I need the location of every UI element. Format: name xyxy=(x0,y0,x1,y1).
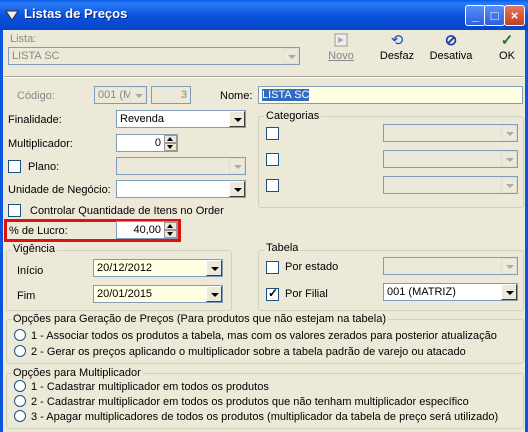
categoria-1-checkbox[interactable] xyxy=(266,127,279,140)
controlar-checkbox[interactable] xyxy=(8,204,21,217)
lucro-spinner[interactable]: 40,00 xyxy=(116,221,178,239)
geracao-opt1-label: 1 - Associar todos os produtos a tabela,… xyxy=(31,330,497,342)
codigo-label: Código: xyxy=(17,90,55,102)
ok-button[interactable]: ✓ OK xyxy=(492,32,522,63)
new-document-icon xyxy=(324,33,358,49)
chevron-down-icon[interactable] xyxy=(229,158,245,174)
toolbar-separator xyxy=(4,76,524,78)
novo-button[interactable]: Novo xyxy=(324,33,358,62)
tabela-title: Tabela xyxy=(264,242,301,254)
multiplicador-spinner[interactable]: 0 xyxy=(116,134,178,152)
desfaz-button[interactable]: ⟲ Desfaz xyxy=(377,32,417,63)
title-bar[interactable]: Listas de Preços _ □ × xyxy=(0,0,528,30)
estado-select[interactable] xyxy=(383,257,518,275)
inicio-date-picker[interactable]: 20/12/2012 xyxy=(93,259,223,277)
window-frame-left xyxy=(0,30,3,432)
undo-icon: ⟲ xyxy=(390,32,404,49)
plano-select[interactable] xyxy=(116,157,246,175)
mult-opt2-label: 2 - Cadastrar multiplicador em todos os … xyxy=(31,396,469,408)
finalidade-label: Finalidade: xyxy=(8,114,62,126)
plano-checkbox[interactable] xyxy=(8,160,21,173)
codigo-value: 001 (M xyxy=(98,89,133,101)
chevron-down-icon[interactable] xyxy=(501,177,517,193)
chevron-down-icon[interactable] xyxy=(206,286,222,302)
categorias-title: Categorias xyxy=(264,110,322,122)
chevron-down-icon[interactable] xyxy=(501,284,517,300)
unidade-select[interactable] xyxy=(116,180,246,198)
chevron-down-icon[interactable] xyxy=(501,125,517,141)
multiplicador-label: Multiplicador: xyxy=(8,138,73,150)
spinner-buttons[interactable] xyxy=(164,222,177,238)
desativa-button[interactable]: ⊘ Desativa xyxy=(428,32,474,63)
lista-value: LISTA SC xyxy=(12,50,60,62)
mult-opt2-radio[interactable] xyxy=(14,395,26,407)
mult-opt1-label: 1 - Cadastrar multiplicador em todos os … xyxy=(31,381,269,393)
spin-up-icon[interactable] xyxy=(164,135,177,143)
mult-opts-title: Opções para Multiplicador xyxy=(11,367,143,379)
vigencia-title: Vigência xyxy=(11,243,57,255)
por-filial-label: Por Filial xyxy=(285,288,328,300)
categoria-3-select[interactable] xyxy=(383,176,518,194)
controlar-label: Controlar Quantidade de Itens no Order xyxy=(30,205,224,217)
window-title: Listas de Preços xyxy=(24,6,128,21)
spin-up-icon[interactable] xyxy=(164,222,177,230)
chevron-down-icon[interactable] xyxy=(501,151,517,167)
categoria-2-select[interactable] xyxy=(383,150,518,168)
codigo-seq-field[interactable]: 3 xyxy=(151,86,191,104)
chevron-down-icon[interactable] xyxy=(229,111,245,127)
unidade-label: Unidade de Negócio: xyxy=(8,184,111,196)
fim-date-picker[interactable]: 20/01/2015 xyxy=(93,285,223,303)
chevron-down-icon[interactable] xyxy=(229,181,245,197)
nome-field[interactable]: LISTA SC xyxy=(258,86,523,104)
spin-down-icon[interactable] xyxy=(164,230,177,238)
geracao-opt1-radio[interactable] xyxy=(14,329,26,341)
mult-opt3-radio[interactable] xyxy=(14,410,26,422)
codigo-select[interactable]: 001 (M xyxy=(94,86,147,104)
finalidade-select[interactable]: Revenda xyxy=(116,110,246,128)
disable-icon: ⊘ xyxy=(444,32,458,49)
mult-opt1-radio[interactable] xyxy=(14,380,26,392)
spinner-buttons[interactable] xyxy=(164,135,177,151)
categoria-1-select[interactable] xyxy=(383,124,518,142)
minimize-button[interactable]: _ xyxy=(465,5,486,26)
chevron-down-icon[interactable] xyxy=(283,48,299,64)
categoria-2-checkbox[interactable] xyxy=(266,153,279,166)
inicio-label: Início xyxy=(17,265,44,277)
filial-select[interactable]: 001 (MATRIZ) xyxy=(383,283,518,301)
por-filial-checkbox[interactable] xyxy=(266,286,279,301)
chevron-down-icon[interactable] xyxy=(501,258,517,274)
lucro-label: % de Lucro: xyxy=(9,225,68,237)
geracao-opt2-radio[interactable] xyxy=(14,345,26,357)
lista-select[interactable]: LISTA SC xyxy=(8,47,300,65)
por-estado-checkbox[interactable] xyxy=(266,261,279,274)
por-estado-label: Por estado xyxy=(285,261,339,273)
lista-label: Lista: xyxy=(10,33,37,45)
nome-label: Nome: xyxy=(220,90,253,102)
close-button[interactable]: × xyxy=(504,5,525,26)
app-icon xyxy=(5,10,19,21)
geracao-title: Opções para Geração de Preços (Para prod… xyxy=(11,313,389,325)
geracao-opt2-label: 2 - Gerar os preços aplicando o multipli… xyxy=(31,346,466,358)
chevron-down-icon[interactable] xyxy=(206,260,222,276)
checkmark-icon: ✓ xyxy=(500,32,514,49)
chevron-down-icon[interactable] xyxy=(130,87,146,103)
plano-label: Plano: xyxy=(28,161,60,173)
categoria-3-checkbox[interactable] xyxy=(266,179,279,192)
maximize-button[interactable]: □ xyxy=(484,5,505,26)
fim-label: Fim xyxy=(17,290,36,302)
spin-down-icon[interactable] xyxy=(164,143,177,151)
mult-opt3-label: 3 - Apagar multiplicadores de todos os p… xyxy=(31,411,499,423)
